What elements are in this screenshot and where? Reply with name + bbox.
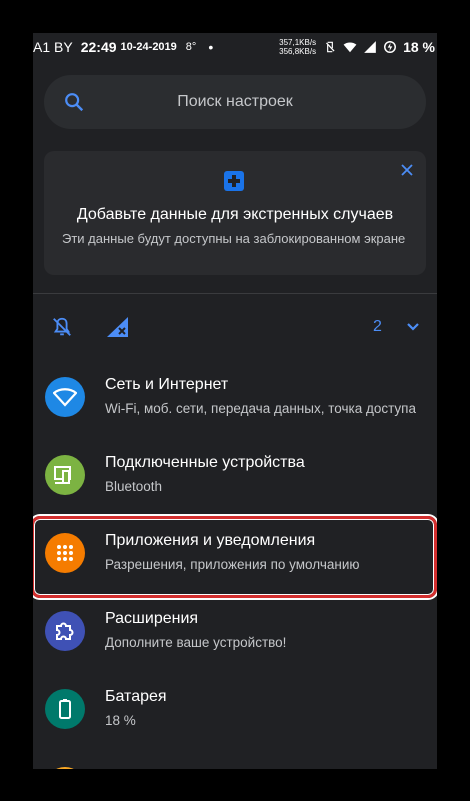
puzzle-icon	[45, 611, 85, 651]
vibrate-off-icon	[326, 41, 335, 52]
settings-item-label: Расширения	[105, 610, 199, 627]
card-title: Добавьте данные для экстренных случаев	[76, 206, 394, 223]
wifi-icon	[45, 377, 85, 417]
settings-item-label: Сеть и Интернет	[105, 376, 229, 393]
settings-item-devices[interactable]: Подключенные устройства Bluetooth	[33, 442, 437, 520]
settings-item-sub: Дополните ваше устройство!	[105, 635, 287, 650]
status-bar: A1 BY 22:49 10-24-2019 8° • 357,1KB/s 35…	[33, 33, 437, 60]
settings-item-label: Батарея	[105, 688, 167, 705]
settings-item-sub: Bluetooth	[105, 479, 163, 494]
apps-icon	[45, 533, 85, 573]
chevron-down-icon[interactable]	[405, 319, 421, 335]
notifications-off-icon	[53, 317, 71, 336]
no-signal-icon	[107, 317, 128, 337]
settings-item-extensions[interactable]: Расширения Дополните ваше устройство!	[33, 598, 437, 676]
settings-item-network[interactable]: Сеть и Интернет Wi-Fi, моб. сети, переда…	[33, 364, 437, 442]
next-settings-icon	[45, 767, 85, 769]
settings-item-battery[interactable]: Батарея 18 %	[33, 676, 437, 754]
search-bar[interactable]: Поиск настроек	[44, 75, 426, 129]
settings-item-sub: Wi-Fi, моб. сети, передача данных, точка…	[105, 401, 416, 416]
battery-saver-icon	[384, 40, 397, 53]
divider	[33, 293, 437, 294]
date-label: 10-24-2019	[120, 40, 177, 53]
search-icon	[65, 93, 84, 112]
devices-icon	[45, 455, 85, 495]
close-icon[interactable]	[400, 163, 414, 177]
notification-dot: •	[208, 38, 214, 55]
settings-item-apps[interactable]: Приложения и уведомления Разрешения, при…	[33, 516, 437, 598]
settings-item-next[interactable]	[33, 754, 437, 769]
speed-down: 356,8KB/s	[279, 46, 317, 56]
emergency-info-card[interactable]: Добавьте данные для экстренных случаев Э…	[44, 151, 426, 275]
battery-percent: 18 %	[403, 38, 435, 55]
settings-screen: A1 BY 22:49 10-24-2019 8° • 357,1KB/s 35…	[33, 33, 437, 769]
settings-item-sub: Разрешения, приложения по умолчанию	[105, 557, 360, 572]
network-speed: 357,1KB/s 356,8KB/s	[279, 38, 316, 56]
card-subtitle: Эти данные будут доступны на заблокирова…	[62, 231, 406, 246]
settings-item-sub: 18 %	[105, 713, 136, 728]
conditions-count: 2	[373, 318, 382, 335]
wifi-signal-icon	[343, 41, 357, 52]
battery-icon	[45, 689, 85, 729]
carrier-label: A1 BY	[33, 38, 73, 55]
conditions-row[interactable]: 2	[33, 303, 437, 351]
medical-plus-icon	[224, 171, 244, 191]
temperature-label: 8°	[185, 40, 197, 53]
speed-up: 357,1KB/s	[279, 37, 317, 47]
clock: 22:49	[80, 38, 117, 55]
settings-item-label: Подключенные устройства	[105, 454, 305, 471]
cell-signal-icon	[364, 40, 376, 53]
settings-item-label: Приложения и уведомления	[105, 532, 316, 549]
search-placeholder: Поиск настроек	[177, 93, 293, 110]
